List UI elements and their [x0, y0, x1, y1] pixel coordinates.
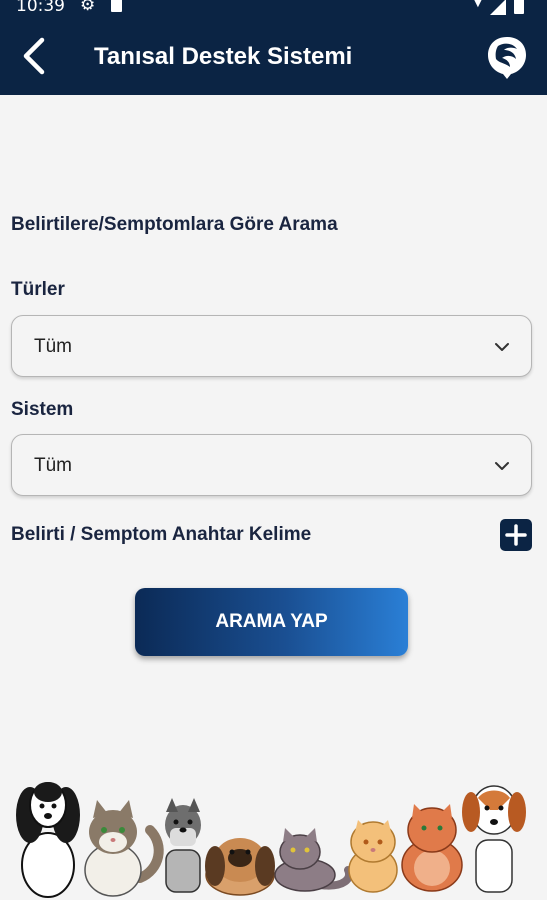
persian-cat-illustration: [348, 820, 398, 893]
chevron-down-icon: [495, 462, 509, 470]
page-title: Tanısal Destek Sistemi: [94, 43, 353, 70]
species-label: Türler: [11, 279, 65, 300]
system-select[interactable]: Tüm: [11, 434, 532, 496]
pekingese-illustration: [205, 838, 275, 896]
add-keyword-button[interactable]: [500, 519, 532, 551]
grey-cat-illustration: [274, 828, 353, 892]
plus-icon: [505, 524, 527, 546]
system-label: Sistem: [11, 399, 74, 420]
settings-status-icon: ⚙: [80, 0, 96, 14]
app-bar: Tanısal Destek Sistemi: [0, 18, 547, 95]
notification-icon: [111, 0, 122, 12]
search-button[interactable]: ARAMA YAP: [135, 588, 408, 656]
section-title: Belirtilere/Semptomlara Göre Arama: [11, 214, 338, 235]
pets-illustration: [16, 782, 526, 898]
back-arrow-icon: [23, 37, 45, 75]
wifi-icon: ▼: [470, 0, 486, 11]
beagle-illustration: [462, 785, 526, 893]
spaniel-illustration: [16, 782, 80, 898]
species-select-value: Tüm: [34, 336, 72, 357]
chevron-down-icon: [495, 343, 509, 351]
back-button[interactable]: [14, 34, 54, 78]
keyword-label: Belirti / Semptom Anahtar Kelime: [11, 524, 312, 545]
status-time: 10:39: [16, 0, 65, 16]
signal-icon: [490, 0, 506, 15]
maine-coon-illustration: [84, 800, 164, 897]
status-bar: 10:39 ⚙ ▼: [0, 0, 547, 18]
app-logo-icon: [488, 37, 526, 79]
orange-cat-illustration: [401, 804, 463, 892]
species-select[interactable]: Tüm: [11, 315, 532, 377]
battery-icon: [514, 0, 524, 14]
schnauzer-illustration: [165, 798, 201, 893]
system-select-value: Tüm: [34, 455, 72, 476]
